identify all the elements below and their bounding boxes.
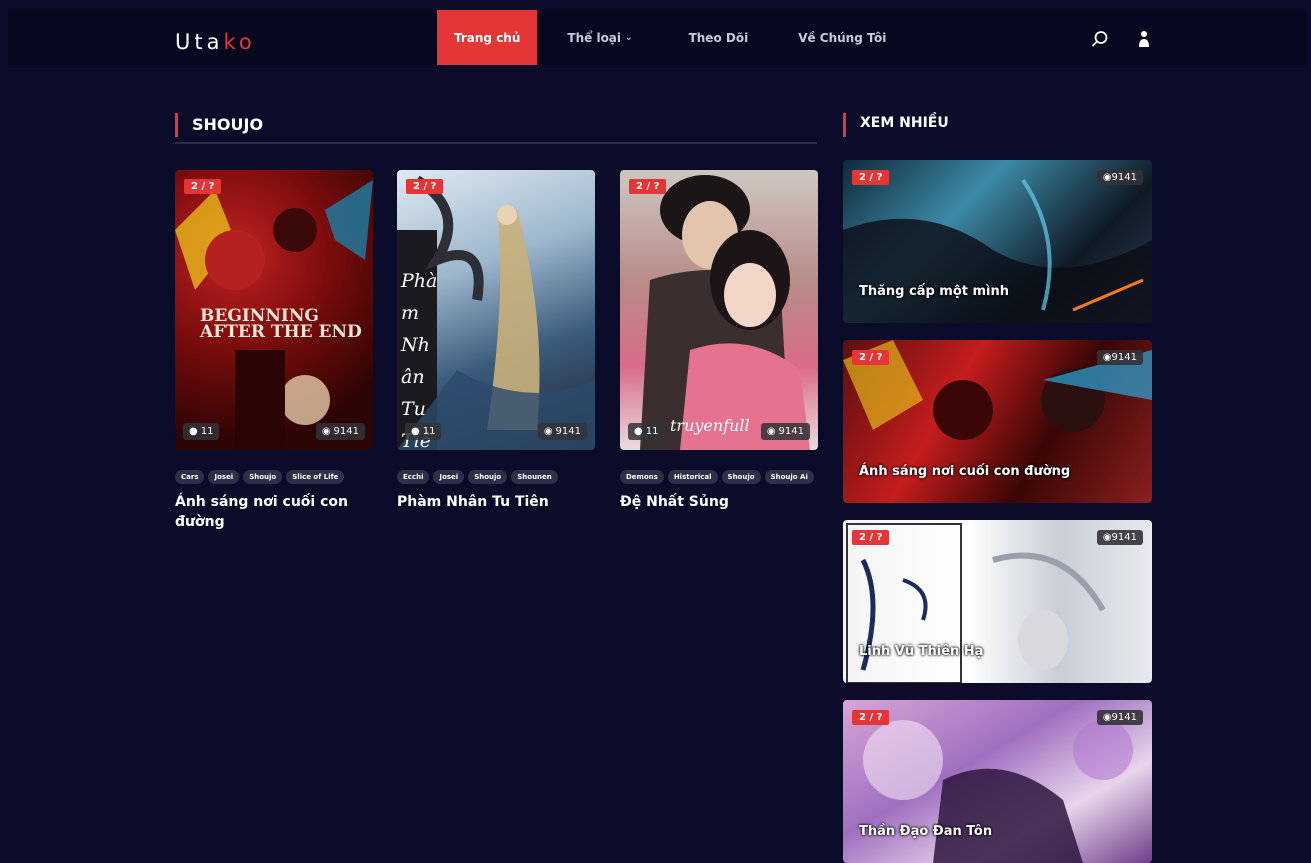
eye-icon: ◉ bbox=[1102, 532, 1112, 543]
nav-item-about[interactable]: Về Chúng Tôi bbox=[798, 10, 886, 65]
episode-badge: 2 / ? bbox=[184, 179, 222, 194]
trending-item[interactable]: 2 / ? ◉9141 Ánh sáng nơi cuối con đường bbox=[843, 340, 1152, 503]
genre-tag[interactable]: Shoujo Ai bbox=[764, 470, 814, 484]
cover-watermark: truyenfull bbox=[670, 416, 750, 435]
eye-icon: ◉ bbox=[321, 426, 331, 437]
genre-tags: Demons Historical Shoujo Shoujo Ai bbox=[620, 470, 818, 484]
genre-tag[interactable]: Ecchi bbox=[397, 470, 430, 484]
cover-artwork bbox=[640, 175, 810, 450]
comment-icon: ● bbox=[411, 426, 420, 437]
views-count: ◉9141 bbox=[1096, 710, 1143, 725]
genre-tag[interactable]: Shounen bbox=[511, 470, 558, 484]
views-count: ◉9141 bbox=[1096, 350, 1143, 365]
nav-label: Về Chúng Tôi bbox=[798, 30, 887, 45]
comments-count: ● 11 bbox=[628, 423, 665, 440]
views-count: ◉9141 bbox=[1096, 530, 1143, 545]
episode-badge: 2 / ? bbox=[629, 179, 667, 194]
episode-badge: 2 / ? bbox=[852, 170, 890, 185]
section-accent-bar bbox=[175, 113, 178, 137]
logo-accent-text: ko bbox=[223, 30, 256, 54]
comments-count: ● 11 bbox=[183, 423, 220, 440]
cover-title-text: BEGINNING AFTER THE END bbox=[200, 306, 362, 342]
site-logo[interactable]: Utako bbox=[175, 30, 256, 54]
chevron-down-icon: ⌄ bbox=[625, 32, 633, 43]
genre-tag[interactable]: Historical bbox=[667, 470, 718, 484]
genre-tag[interactable]: Slice of Life bbox=[286, 470, 345, 484]
trending-title[interactable]: Ánh sáng nơi cuối con đường bbox=[859, 464, 1070, 479]
views-count: ◉9141 bbox=[537, 423, 587, 440]
nav-item-genres[interactable]: Thể loại ⌄ bbox=[567, 10, 632, 65]
genre-tag[interactable]: Cars bbox=[175, 470, 205, 484]
episode-badge: 2 / ? bbox=[852, 530, 890, 545]
episode-badge: 2 / ? bbox=[852, 350, 890, 365]
manga-title[interactable]: Đệ Nhất Sủng bbox=[620, 492, 818, 512]
main-nav: Trang chủ Thể loại ⌄ Theo Dõi Về Chúng Tô… bbox=[437, 10, 886, 65]
section-divider bbox=[175, 142, 817, 144]
logo-text: Uta bbox=[175, 30, 224, 54]
nav-label: Thể loại bbox=[567, 30, 622, 45]
comments-count: ● 11 bbox=[405, 423, 442, 440]
genre-tag[interactable]: Shoujo bbox=[468, 470, 508, 484]
comment-icon: ● bbox=[189, 426, 198, 437]
nav-label: Trang chủ bbox=[454, 30, 521, 45]
sidebar-title: XEM NHIỀU bbox=[860, 115, 949, 131]
episode-badge: 2 / ? bbox=[406, 179, 444, 194]
manga-title[interactable]: Ánh sáng nơi cuối con đường bbox=[175, 492, 373, 532]
eye-icon: ◉ bbox=[766, 426, 776, 437]
manga-card[interactable]: BEGINNING AFTER THE END 2 / ? ● 11 ◉ 9141 … bbox=[175, 170, 373, 532]
genre-tag[interactable]: Demons bbox=[620, 470, 664, 484]
manga-cover[interactable]: Phàm Nhân Tu Tiên 2 / ? ●11 ◉9141 bbox=[397, 170, 595, 450]
search-icon[interactable] bbox=[1091, 30, 1109, 48]
trending-item[interactable]: 2 / ? ◉9141 Linh Vũ Thiên Hạ bbox=[843, 520, 1152, 683]
user-icon[interactable] bbox=[1135, 30, 1153, 48]
section-title: SHOUJO bbox=[192, 115, 264, 134]
eye-icon: ◉ bbox=[543, 426, 553, 437]
genre-tag[interactable]: Josei bbox=[208, 470, 240, 484]
manga-title[interactable]: Phàm Nhân Tu Tiên bbox=[397, 492, 595, 512]
sidebar-accent-bar bbox=[843, 113, 846, 137]
trending-item[interactable]: 2 / ? ◉9141 Thần Đạo Đan Tôn bbox=[843, 700, 1152, 863]
comment-icon: ● bbox=[634, 426, 643, 437]
views-count: ◉9141 bbox=[315, 423, 365, 440]
manga-cover[interactable]: BEGINNING AFTER THE END 2 / ? ● 11 ◉ 9141 bbox=[175, 170, 373, 450]
trending-title[interactable]: Linh Vũ Thiên Hạ bbox=[859, 644, 983, 659]
episode-badge: 2 / ? bbox=[852, 710, 890, 725]
trending-item[interactable]: 2 / ? ◉9141 Thăng cấp một mình bbox=[843, 160, 1152, 323]
trending-title[interactable]: Thăng cấp một mình bbox=[859, 284, 1009, 299]
manga-card[interactable]: truyenfull 2 / ? ● 11 ◉ 9141 Demons Histor… bbox=[620, 170, 818, 512]
eye-icon: ◉ bbox=[1102, 172, 1112, 183]
eye-icon: ◉ bbox=[1102, 352, 1112, 363]
genre-tags: Ecchi Josei Shoujo Shounen bbox=[397, 470, 595, 484]
genre-tags: Cars Josei Shoujo Slice of Life bbox=[175, 470, 373, 484]
genre-tag[interactable]: Shoujo bbox=[721, 470, 761, 484]
nav-item-home[interactable]: Trang chủ bbox=[437, 10, 538, 65]
trending-title[interactable]: Thần Đạo Đan Tôn bbox=[859, 824, 992, 839]
manga-cover[interactable]: truyenfull 2 / ? ● 11 ◉ 9141 bbox=[620, 170, 818, 450]
views-count: ◉9141 bbox=[760, 423, 810, 440]
genre-tag[interactable]: Shoujo bbox=[243, 470, 283, 484]
eye-icon: ◉ bbox=[1102, 712, 1112, 723]
nav-item-following[interactable]: Theo Dõi bbox=[689, 10, 749, 65]
manga-card[interactable]: Phàm Nhân Tu Tiên 2 / ? ●11 ◉9141 Ecchi … bbox=[397, 170, 595, 512]
genre-tag[interactable]: Josei bbox=[433, 470, 465, 484]
nav-label: Theo Dõi bbox=[688, 30, 749, 45]
views-count: ◉9141 bbox=[1096, 170, 1143, 185]
